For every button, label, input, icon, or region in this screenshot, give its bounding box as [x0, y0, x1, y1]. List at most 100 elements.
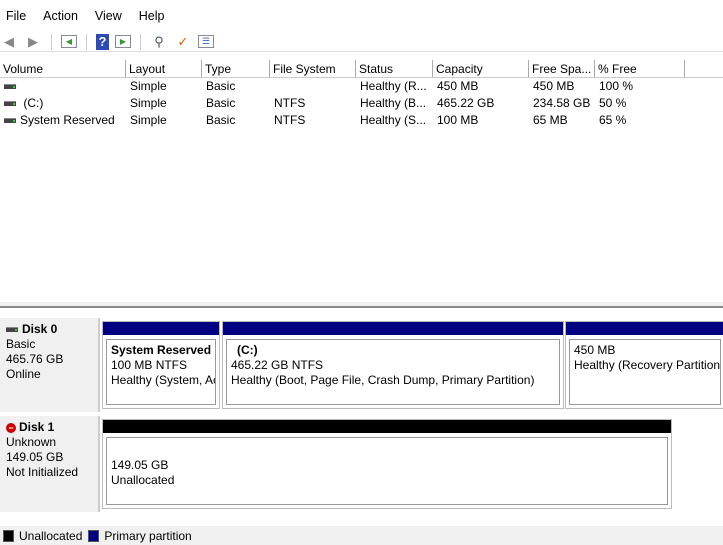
disk-type: Unknown [6, 435, 57, 449]
cell-text: NTFS [274, 96, 306, 110]
table-row[interactable]: (C:) Simple Basic NTFS Healthy (B... 465.22 G… [0, 95, 723, 112]
properties-icon[interactable]: ✓ [174, 34, 192, 50]
legend-swatch-primary [88, 529, 100, 542]
table-cell: 465.22 GB [433, 95, 529, 112]
disk-0-info[interactable]: Disk 0 Basic 465.76 GB Online [0, 318, 100, 412]
cell-text: Healthy (B... [360, 96, 427, 110]
connect-disk-icon[interactable]: ⚲ [150, 34, 168, 50]
legend: Unallocated Primary partition [0, 526, 723, 545]
table-cell: Healthy (B... [356, 95, 433, 112]
partition-bar [223, 322, 563, 335]
toolbar-separator [140, 33, 141, 50]
partition-system-reserved[interactable]: System Reserved 100 MB NTFS Healthy (Syste… [102, 321, 220, 409]
column-layout[interactable]: Layout [126, 60, 202, 77]
disk-status: Not Initialized [6, 465, 79, 479]
partition-status: Healthy (Recovery Partition) [574, 358, 721, 372]
cell-text: 234.58 GB [533, 96, 591, 110]
volume-icon [4, 118, 16, 124]
column-free-space[interactable]: Free Spa... [529, 60, 595, 77]
volume-list-header: Volume Layout Type File System Status Ca… [0, 60, 723, 78]
column-capacity[interactable]: Capacity [433, 60, 529, 77]
table-cell: Healthy (R... [356, 78, 433, 95]
toolbar-separator [86, 33, 87, 50]
disk-size: 149.05 GB [6, 450, 64, 464]
table-row[interactable]: System Reserved Simple Basic NTFS Healthy (S… [0, 112, 723, 129]
partition-name: System Reserved [111, 343, 212, 357]
column-status[interactable]: Status [356, 60, 433, 77]
cell-text: 100 MB [437, 113, 479, 127]
menu-action[interactable]: Action [43, 9, 78, 23]
partition-c[interactable]: (C:) 465.22 GB NTFS Healthy (Boot, Page Fi… [222, 321, 564, 409]
table-cell: (C:) [0, 95, 126, 112]
volume-icon [4, 101, 16, 107]
table-cell: 234.58 GB [529, 95, 595, 112]
toolbar-separator [51, 33, 52, 50]
table-cell: NTFS [270, 112, 356, 129]
menu-view[interactable]: View [95, 9, 122, 23]
table-cell: Simple [126, 78, 202, 95]
table-row[interactable]: Simple Basic Healthy (R... 450 MB 450 MB 100 … [0, 78, 723, 95]
table-cell: 65 MB [529, 112, 595, 129]
cell-text: Healthy (S... [360, 113, 427, 127]
table-cell: Basic [202, 78, 270, 95]
cell-text: Basic [206, 79, 236, 93]
cell-text: 465.22 GB [437, 96, 495, 110]
legend-label: Primary partition [104, 528, 192, 543]
table-cell: 100 % [595, 78, 685, 95]
partition-name: (C:) [237, 343, 258, 357]
table-cell: Simple [126, 95, 202, 112]
toolbar: ◀ ▶ ◀ ? ▶ ⚲ ✓ ☰ [0, 32, 723, 52]
disk-status: Online [6, 367, 41, 381]
cell-text: 50 % [599, 96, 627, 110]
disk-name: Disk 1 [19, 420, 55, 434]
volume-icon [4, 84, 16, 90]
table-cell: 450 MB [433, 78, 529, 95]
partition-recovery[interactable]: 450 MB Healthy (Recovery Partition) [565, 321, 723, 409]
table-cell: System Reserved [0, 112, 126, 129]
console-tree-icon[interactable]: ◀ [61, 35, 77, 48]
table-cell: 100 MB [433, 112, 529, 129]
column-file-system[interactable]: File System [270, 60, 356, 77]
table-cell: Basic [202, 112, 270, 129]
table-cell: Basic [202, 95, 270, 112]
partition-bar [566, 322, 723, 335]
disk-error-icon: − [6, 423, 16, 433]
table-cell: 450 MB [529, 78, 595, 95]
partition-bar [103, 420, 671, 433]
menu-file[interactable]: File [6, 9, 26, 23]
column-type[interactable]: Type [202, 60, 270, 77]
back-icon[interactable]: ◀ [0, 34, 18, 50]
cell-text: 65 MB [533, 113, 568, 127]
table-cell: NTFS [270, 95, 356, 112]
column-percent-free[interactable]: % Free [595, 60, 685, 77]
table-cell: 65 % [595, 112, 685, 129]
table-cell: Healthy (S... [356, 112, 433, 129]
cell-text: 450 MB [533, 79, 575, 93]
disk-type: Basic [6, 337, 36, 351]
help-icon[interactable]: ? [96, 33, 109, 50]
disk-name: Disk 0 [22, 322, 58, 336]
menu-help[interactable]: Help [139, 9, 165, 23]
partition-status: Healthy (Boot, Page File, Crash Dump, Pr… [231, 373, 535, 387]
cell-text: 65 % [599, 113, 627, 127]
partition-status: Unallocated [111, 473, 175, 487]
column-volume[interactable]: Volume [0, 60, 126, 77]
cell-text: Simple [130, 79, 167, 93]
volume-list: Volume Layout Type File System Status Ca… [0, 60, 723, 129]
partition-unallocated[interactable]: 149.05 GB Unallocated [102, 419, 672, 509]
table-cell [270, 78, 356, 95]
partition-size: 465.22 GB NTFS [231, 358, 324, 372]
cell-text: 100 % [599, 79, 634, 93]
cell-text: System Reserved [20, 113, 115, 127]
legend-label: Unallocated [19, 528, 83, 543]
partition-status: Healthy (System, Ac [111, 373, 216, 387]
table-cell: 50 % [595, 95, 685, 112]
action-pane-icon[interactable]: ▶ [115, 35, 131, 48]
forward-icon[interactable]: ▶ [24, 34, 42, 50]
disk-1-info[interactable]: − Disk 1 Unknown 149.05 GB Not Initialize… [0, 416, 100, 512]
table-cell [0, 78, 126, 95]
cell-text: Basic [206, 96, 236, 110]
cell-text: Healthy (R... [360, 79, 427, 93]
pane-splitter[interactable] [0, 302, 723, 308]
checklist-icon[interactable]: ☰ [198, 35, 214, 48]
